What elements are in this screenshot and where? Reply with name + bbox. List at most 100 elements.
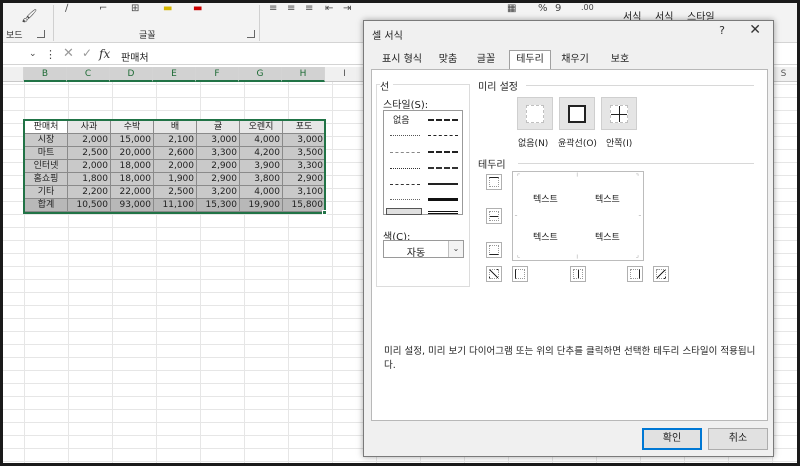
border-diagonal-up-button[interactable] <box>486 266 502 282</box>
table-cell[interactable]: 10,500 <box>67 198 111 212</box>
table-cell[interactable]: 배 <box>153 120 197 134</box>
formula-input[interactable]: 판매처 <box>121 49 149 64</box>
line-style-option[interactable] <box>390 184 420 185</box>
table-cell[interactable]: 2,500 <box>153 185 197 199</box>
table-cell[interactable]: 4,000 <box>239 133 283 147</box>
line-style-list[interactable]: 없음 <box>383 110 463 215</box>
table-cell[interactable]: 2,100 <box>153 133 197 147</box>
table-cell[interactable]: 3,300 <box>282 159 326 173</box>
table-cell[interactable]: 3,800 <box>239 172 283 186</box>
border-right-button[interactable] <box>627 266 643 282</box>
table-cell[interactable]: 93,000 <box>110 198 154 212</box>
border-preview[interactable]: ⌜ ⌝ ⌞ ⌟ ╵ ╷ ╴ ╶ 텍스트 텍스트 텍스트 텍스트 <box>512 171 644 261</box>
accounting-icon[interactable]: ▦ <box>507 3 516 15</box>
fill-handle[interactable] <box>322 210 327 215</box>
table-cell[interactable]: 18,000 <box>110 172 154 186</box>
italic-icon[interactable]: ∕ <box>65 3 68 15</box>
table-cell[interactable]: 15,300 <box>196 198 240 212</box>
line-style-option[interactable] <box>390 135 420 136</box>
table-cell[interactable]: 판매처 <box>24 120 68 134</box>
table-cell[interactable]: 11,100 <box>153 198 197 212</box>
more-icon[interactable]: ⋮ <box>45 48 56 61</box>
table-cell[interactable]: 15,000 <box>110 133 154 147</box>
line-style-option[interactable] <box>428 119 458 121</box>
tab-fill[interactable]: 채우기 <box>553 51 597 69</box>
decimal-icon[interactable]: .00 <box>581 3 594 15</box>
color-select[interactable]: 자동 ⌄ <box>383 240 464 259</box>
table-cell[interactable]: 기타 <box>24 185 68 199</box>
column-header-e[interactable]: E <box>153 67 196 82</box>
select-all-corner[interactable] <box>3 67 24 82</box>
underline-icon[interactable]: ⌐ <box>99 3 107 15</box>
line-style-option[interactable] <box>390 168 420 169</box>
chevron-down-icon[interactable]: ⌄ <box>448 241 463 257</box>
line-style-option[interactable] <box>428 135 458 136</box>
line-style-option[interactable] <box>428 151 458 153</box>
table-cell[interactable]: 2,000 <box>153 159 197 173</box>
border-top-button[interactable] <box>486 174 502 190</box>
cancel-entry-icon[interactable]: ✕ <box>63 46 74 61</box>
table-cell[interactable]: 마트 <box>24 146 68 160</box>
table-cell[interactable]: 3,000 <box>196 133 240 147</box>
column-header-f[interactable]: F <box>196 67 239 82</box>
fill-color-icon[interactable]: ▬ <box>163 3 172 15</box>
border-middle-h-button[interactable] <box>486 208 502 224</box>
table-cell[interactable]: 20,000 <box>110 146 154 160</box>
tab-alignment[interactable]: 맞춤 <box>431 51 465 69</box>
table-cell[interactable]: 2,900 <box>196 172 240 186</box>
table-cell[interactable]: 인터넷 <box>24 159 68 173</box>
table-cell[interactable]: 22,000 <box>110 185 154 199</box>
line-style-option[interactable] <box>428 183 458 185</box>
align-right-icon[interactable]: ≡ <box>305 3 313 15</box>
table-cell[interactable]: 19,900 <box>239 198 283 212</box>
comma-icon[interactable]: 9 <box>555 3 561 15</box>
line-style-option[interactable] <box>390 152 420 153</box>
table-cell[interactable]: 3,200 <box>196 185 240 199</box>
table-cell[interactable]: 2,900 <box>282 172 326 186</box>
format-painter-icon[interactable]: 🖌 <box>21 9 38 24</box>
column-header-g[interactable]: G <box>239 67 282 82</box>
table-cell[interactable]: 합계 <box>24 198 68 212</box>
preset-inside-button[interactable] <box>601 97 637 130</box>
tab-font[interactable]: 글꼴 <box>469 51 503 69</box>
ok-button[interactable]: 확인 <box>642 428 702 450</box>
table-cell[interactable]: 사과 <box>67 120 111 134</box>
table-cell[interactable]: 1,800 <box>67 172 111 186</box>
chevron-down-icon[interactable]: ⌄ <box>29 49 37 59</box>
table-cell[interactable]: 3,100 <box>282 185 326 199</box>
line-style-option[interactable] <box>428 167 458 169</box>
column-header-i[interactable]: I <box>325 67 365 82</box>
line-style-selected[interactable] <box>386 208 422 215</box>
tab-number[interactable]: 표시 형식 <box>375 51 429 69</box>
table-cell[interactable]: 2,200 <box>67 185 111 199</box>
tab-border[interactable]: 테두리 <box>509 50 551 70</box>
table-cell[interactable]: 15,800 <box>282 198 326 212</box>
table-cell[interactable]: 수박 <box>110 120 154 134</box>
column-header-c[interactable]: C <box>67 67 110 82</box>
column-header-h[interactable]: H <box>282 67 325 82</box>
align-center-icon[interactable]: ≡ <box>287 3 295 15</box>
confirm-entry-icon[interactable]: ✓ <box>82 46 92 60</box>
border-bottom-button[interactable] <box>486 242 502 258</box>
table-cell[interactable]: 2,500 <box>67 146 111 160</box>
table-cell[interactable]: 2,900 <box>196 159 240 173</box>
cancel-button[interactable]: 취소 <box>708 428 768 450</box>
table-cell[interactable]: 홈쇼핑 <box>24 172 68 186</box>
table-cell[interactable]: 포도 <box>282 120 326 134</box>
table-cell[interactable]: 3,500 <box>282 146 326 160</box>
border-middle-v-button[interactable] <box>570 266 586 282</box>
percent-icon[interactable]: % <box>538 3 548 15</box>
column-header-d[interactable]: D <box>110 67 153 82</box>
table-cell[interactable]: 1,900 <box>153 172 197 186</box>
insert-function-icon[interactable]: fx <box>99 47 110 61</box>
table-cell[interactable]: 2,000 <box>67 159 111 173</box>
table-cell[interactable]: 2,000 <box>67 133 111 147</box>
outdent-icon[interactable]: ⇥ <box>343 3 351 15</box>
line-style-none[interactable]: 없음 <box>393 113 410 126</box>
tab-protection[interactable]: 보호 <box>603 51 637 69</box>
border-left-button[interactable] <box>512 266 528 282</box>
font-color-icon[interactable]: ▬ <box>193 3 202 15</box>
table-cell[interactable]: 4,200 <box>239 146 283 160</box>
border-diagonal-down-button[interactable] <box>653 266 669 282</box>
table-cell[interactable]: 3,300 <box>196 146 240 160</box>
